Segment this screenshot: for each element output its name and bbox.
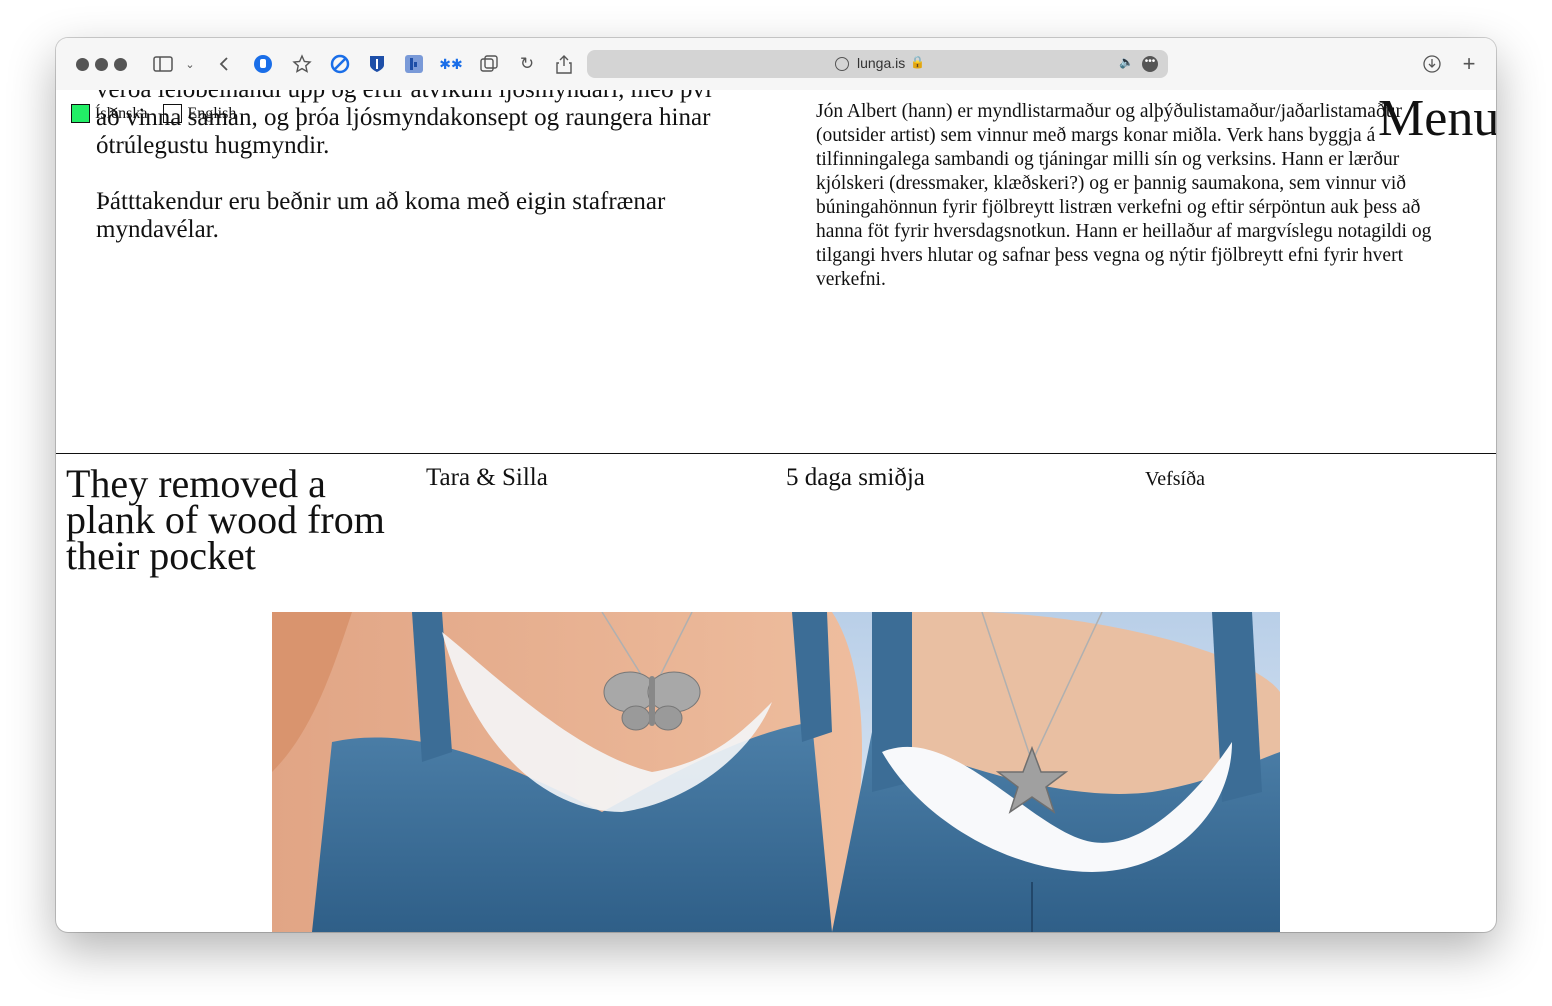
language-checkbox-english[interactable]	[163, 104, 183, 123]
lock-icon: 🔒	[910, 55, 925, 69]
language-checkbox-icelandic[interactable]	[71, 104, 90, 123]
language-label[interactable]: English	[187, 105, 236, 123]
event-title[interactable]: They removed a plank of wood from their …	[66, 464, 416, 576]
event-type: 5 daga smiðja	[786, 464, 925, 491]
event-artists: Tara & Silla	[426, 464, 548, 491]
tab-overview-icon[interactable]	[477, 52, 501, 76]
globe-icon	[835, 57, 849, 71]
extension-icon[interactable]	[402, 52, 426, 76]
url-text: lunga.is	[857, 55, 906, 71]
download-icon[interactable]	[1420, 52, 1444, 76]
minimize-window-button[interactable]	[95, 58, 108, 71]
language-switcher: Íslenska English	[71, 104, 252, 123]
new-tab-icon[interactable]: +	[1457, 51, 1481, 76]
hand-extension-icon[interactable]	[251, 52, 275, 76]
event-photo	[272, 612, 1280, 932]
web-page: verða leiðbeinandi upp og eftir atvikum …	[56, 38, 1496, 932]
language-label[interactable]: Íslenska	[95, 105, 147, 123]
browser-toolbar: ⌄ ✱✱ ↻ lunga.is 🔒 🔈 ••• +	[56, 38, 1496, 90]
intro-paragraph: Þátttakendur eru beðnir um að koma með e…	[96, 188, 666, 243]
block-extension-icon[interactable]	[328, 52, 352, 76]
sidebar-icon[interactable]	[151, 52, 175, 76]
browser-window: ⌄ ✱✱ ↻ lunga.is 🔒 🔈 ••• + að vinna saman…	[56, 38, 1496, 932]
back-icon[interactable]	[212, 52, 236, 76]
address-bar[interactable]: lunga.is 🔒 🔈 •••	[587, 50, 1168, 78]
close-window-button[interactable]	[76, 58, 89, 71]
chevron-down-icon[interactable]: ⌄	[178, 52, 202, 76]
artist-bio: Jón Albert (hann) er myndlistarmaður og …	[816, 101, 1432, 290]
password-manager-icon[interactable]	[365, 52, 389, 76]
menu-button[interactable]: Menu	[1378, 90, 1496, 148]
reload-icon[interactable]: ↻	[515, 52, 539, 76]
zoom-window-button[interactable]	[114, 58, 127, 71]
divider	[56, 453, 1496, 454]
more-options-icon[interactable]: •••	[1142, 56, 1158, 72]
website-link[interactable]: Vefsíða	[1145, 468, 1205, 491]
sparkle-extension-icon[interactable]: ✱✱	[439, 52, 463, 76]
bookmark-star-icon[interactable]	[290, 52, 314, 76]
speaker-icon[interactable]: 🔈	[1119, 55, 1134, 69]
share-icon[interactable]	[552, 52, 576, 76]
